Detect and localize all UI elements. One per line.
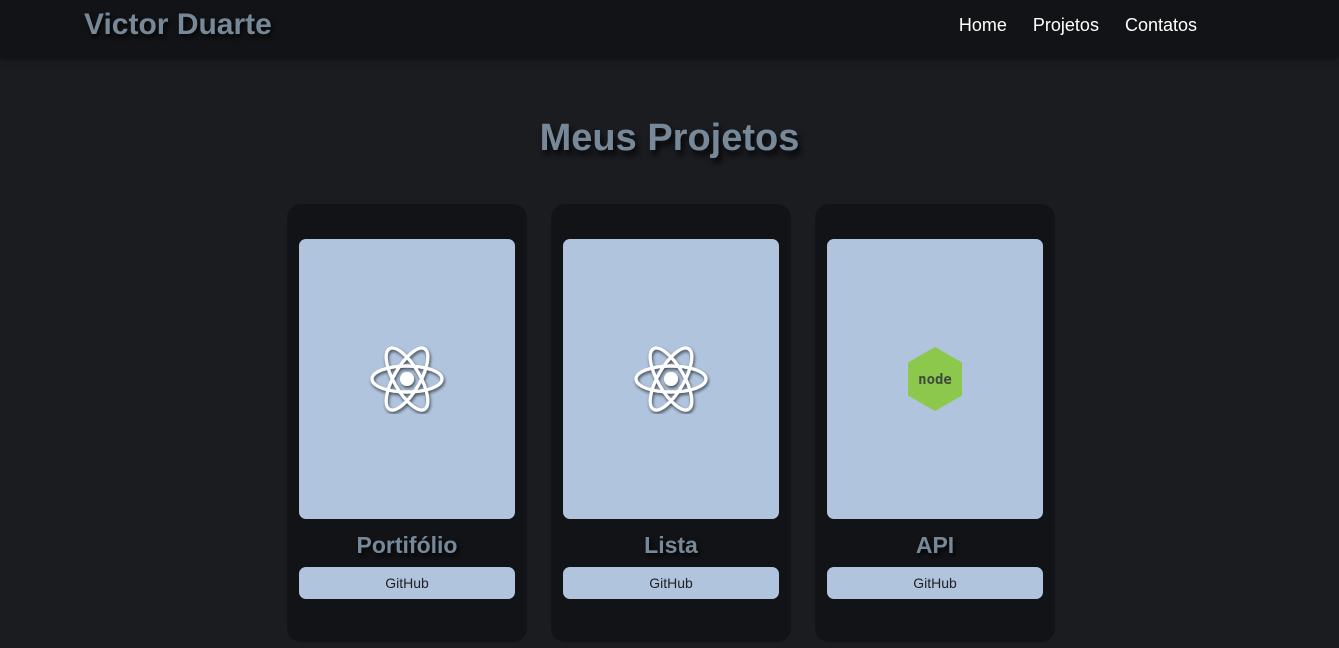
project-image <box>563 239 779 519</box>
project-card: Portifólio GitHub <box>287 204 527 642</box>
github-button[interactable]: GitHub <box>563 567 779 599</box>
project-card: node API GitHub <box>815 204 1055 642</box>
page-title: Meus Projetos <box>539 117 800 159</box>
react-icon <box>370 346 444 412</box>
nodejs-icon: node <box>908 347 962 411</box>
nav-home-link[interactable]: Home <box>959 15 1007 36</box>
navbar: Victor Duarte Home Projetos Contatos <box>0 0 1339 57</box>
project-title: Lista <box>644 532 698 558</box>
nav-contatos-link[interactable]: Contatos <box>1125 15 1197 36</box>
project-image <box>299 239 515 519</box>
react-icon <box>634 346 708 412</box>
project-title: Portifólio <box>356 532 458 558</box>
nav-projetos-link[interactable]: Projetos <box>1033 15 1099 36</box>
nav-links: Home Projetos Contatos <box>959 15 1197 36</box>
github-button[interactable]: GitHub <box>827 567 1043 599</box>
project-image: node <box>827 239 1043 519</box>
nodejs-icon-text: node <box>918 372 952 388</box>
github-button[interactable]: GitHub <box>299 567 515 599</box>
project-title: API <box>915 532 955 558</box>
brand-logo[interactable]: Victor Duarte <box>84 8 272 42</box>
project-card: Lista GitHub <box>551 204 791 642</box>
